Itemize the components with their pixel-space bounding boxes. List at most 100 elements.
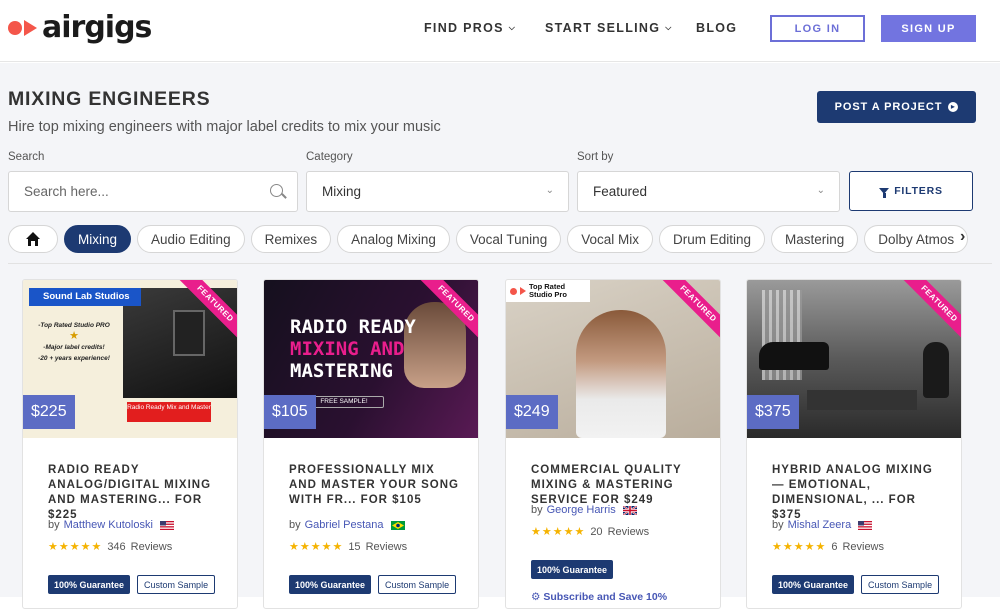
post-project-button[interactable]: POST A PROJECT ▸	[817, 91, 976, 123]
signup-button[interactable]: SIGN UP	[881, 15, 976, 42]
nav-start-selling[interactable]: START SELLING ⌵	[545, 21, 673, 35]
seller-line: by Matthew Kutoloski	[48, 519, 174, 531]
thumb-line: RADIO READY	[290, 316, 416, 338]
page-title: MIXING ENGINEERS	[8, 88, 211, 110]
seller-link[interactable]: Mishal Zeera	[788, 519, 852, 531]
chevron-down-icon: ⌵	[508, 23, 517, 32]
chip-analog-mixing[interactable]: Analog Mixing	[337, 225, 450, 253]
gig-card[interactable]: Top Rated Studio Pro FEATURED $249 COMMER…	[505, 279, 721, 609]
nav-blog-label: BLOG	[696, 21, 738, 35]
thumb-line: -Major label credits!	[43, 344, 105, 351]
gig-card[interactable]: Sound Lab Studios -Top Rated Studio PRO …	[22, 279, 238, 609]
nav-find-pros[interactable]: FIND PROS ⌵	[424, 21, 516, 35]
search-label: Search	[8, 151, 45, 163]
uk-flag-icon	[622, 505, 637, 515]
gig-card[interactable]: RADIO READY MIXING AND MASTERING FREE SA…	[263, 279, 479, 609]
thumb-line: Studio Pro	[529, 290, 567, 299]
by-label: by	[289, 519, 301, 531]
thumb-line: -20 + years experience!	[38, 355, 110, 362]
person-photo	[576, 310, 666, 438]
sort-select[interactable]: Featured ⌄	[577, 171, 840, 212]
guarantee-badge: 100% Guarantee	[289, 575, 372, 594]
reviews-label: Reviews	[842, 540, 885, 553]
badges: 100% Guarantee Custom Sample	[772, 575, 940, 594]
chip-mastering[interactable]: Mastering	[771, 225, 859, 253]
gig-card[interactable]: FEATURED $375 HYBRID ANALOG MIXING — EMO…	[746, 279, 962, 609]
guarantee-badge: 100% Guarantee	[772, 575, 855, 594]
trophy-icon: ★	[69, 330, 79, 342]
nav-find-pros-label: FIND PROS	[424, 21, 504, 35]
gig-title[interactable]: PROFESSIONALLY MIX AND MASTER YOUR SONG …	[289, 463, 464, 508]
gig-thumbnail[interactable]: FEATURED $375	[747, 280, 961, 438]
filters-button[interactable]: FILTERS	[849, 171, 973, 211]
top-rated-badge: Top Rated Studio Pro	[506, 280, 590, 302]
chip-dolby-atmos[interactable]: Dolby Atmos	[864, 225, 968, 253]
logo-text: airgigs	[42, 10, 152, 45]
star-rating-icon: ★★★★★	[48, 541, 103, 553]
subscribe-save-label: Subscribe and Save 10%	[543, 591, 668, 603]
review-count: 346	[107, 540, 126, 553]
thumb-line: MIXING AND	[290, 338, 405, 360]
rating: ★★★★★ 15 Reviews	[289, 540, 407, 554]
login-button[interactable]: LOG IN	[770, 15, 865, 42]
chip-remixes[interactable]: Remixes	[250, 225, 332, 253]
us-flag-icon	[159, 520, 174, 530]
home-chip[interactable]	[8, 225, 58, 253]
featured-ribbon: FEATURED	[656, 280, 720, 346]
filters-label: FILTERS	[894, 185, 943, 197]
price-tag: $249	[506, 395, 558, 429]
site-header: airgigs FIND PROS ⌵ START SELLING ⌵ BLOG L…	[0, 0, 1000, 62]
chip-mixing[interactable]: Mixing	[64, 225, 132, 253]
gig-title[interactable]: HYBRID ANALOG MIXING — EMOTIONAL, DIMENS…	[772, 463, 947, 523]
person-silhouette	[923, 342, 949, 398]
us-flag-icon	[858, 520, 873, 530]
rating: ★★★★★ 20 Reviews	[531, 525, 650, 539]
reviews-label: Reviews	[130, 540, 173, 553]
seller-line: by George Harris	[531, 504, 637, 516]
sort-label: Sort by	[577, 151, 614, 163]
subscribe-save-link[interactable]: ⚙ Subscribe and Save 10%	[531, 591, 667, 603]
funnel-icon	[879, 188, 890, 198]
by-label: by	[48, 519, 60, 531]
featured-ribbon: FEATURED	[897, 280, 961, 346]
chip-vocal-tuning[interactable]: Vocal Tuning	[455, 225, 562, 253]
search-input[interactable]: Search here...	[8, 171, 298, 212]
chip-vocal-mix[interactable]: Vocal Mix	[567, 225, 653, 253]
star-rating-icon: ★★★★★	[289, 541, 344, 553]
logo-play-icon	[24, 20, 37, 36]
gig-thumbnail[interactable]: RADIO READY MIXING AND MASTERING FREE SA…	[264, 280, 478, 438]
by-label: by	[772, 519, 784, 531]
chip-audio-editing[interactable]: Audio Editing	[137, 225, 245, 253]
rating: ★★★★★ 6 Reviews	[772, 540, 885, 554]
gig-thumbnail[interactable]: Sound Lab Studios -Top Rated Studio PRO …	[23, 280, 237, 438]
gig-thumbnail[interactable]: Top Rated Studio Pro FEATURED $249	[506, 280, 720, 438]
chevron-right-icon[interactable]: ›	[960, 228, 965, 246]
by-label: by	[531, 504, 543, 516]
gear-icon: ⚙	[531, 591, 541, 603]
search-placeholder: Search here...	[24, 184, 109, 199]
seller-link[interactable]: Gabriel Pestana	[305, 519, 384, 531]
chevron-down-icon: ⌄	[816, 185, 825, 196]
nav-blog[interactable]: BLOG	[696, 21, 737, 35]
reviews-label: Reviews	[607, 525, 650, 538]
gig-title[interactable]: RADIO READY ANALOG/DIGITAL MIXING AND MA…	[48, 463, 223, 523]
airgigs-logo[interactable]: airgigs	[8, 10, 152, 45]
price-tag: $375	[747, 395, 799, 429]
search-icon[interactable]	[270, 184, 283, 197]
badges: 100% Guarantee Custom Sample	[289, 575, 457, 594]
console-image	[807, 390, 917, 410]
category-select[interactable]: Mixing ⌄	[306, 171, 569, 212]
post-project-label: POST A PROJECT	[834, 101, 943, 113]
speaker-image	[173, 310, 205, 356]
star-rating-icon: ★★★★★	[531, 526, 586, 538]
chip-drum-editing[interactable]: Drum Editing	[658, 225, 766, 253]
brazil-flag-icon	[390, 520, 405, 530]
logo-dot-icon	[8, 21, 22, 35]
custom-sample-badge: Custom Sample	[378, 575, 457, 594]
logo-play-icon	[520, 287, 526, 295]
seller-line: by Gabriel Pestana	[289, 519, 405, 531]
guarantee-badge: 100% Guarantee	[48, 575, 131, 594]
seller-link[interactable]: George Harris	[547, 504, 616, 516]
gig-title[interactable]: COMMERCIAL QUALITY MIXING & MASTERING SE…	[531, 463, 706, 508]
seller-link[interactable]: Matthew Kutoloski	[64, 519, 153, 531]
